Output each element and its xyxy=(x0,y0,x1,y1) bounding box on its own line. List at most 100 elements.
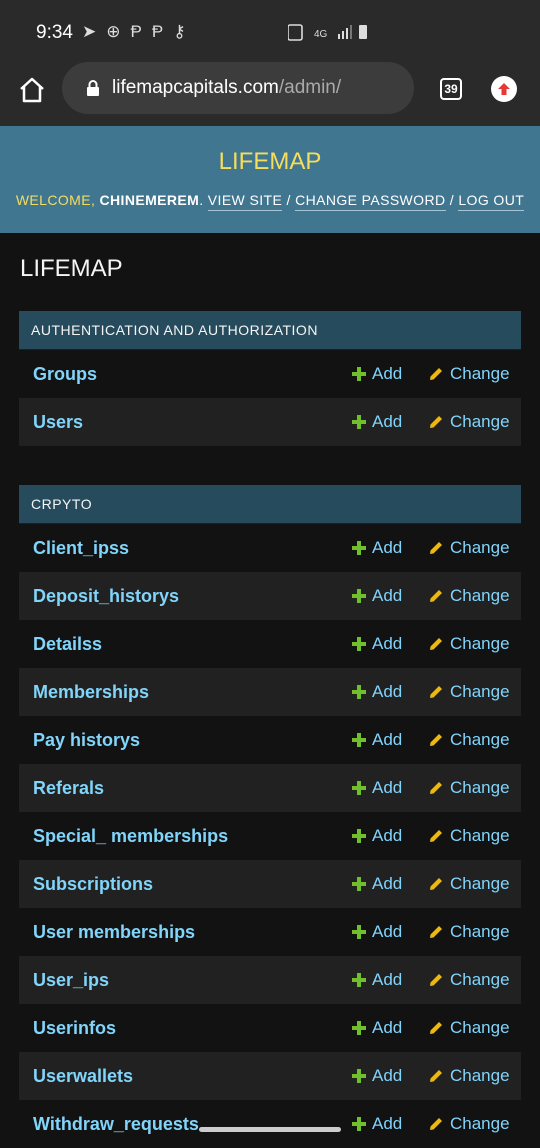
add-label: Add xyxy=(372,1114,403,1133)
change-label: Change xyxy=(450,778,510,797)
change-link[interactable]: Change xyxy=(429,874,510,894)
add-link[interactable]: Add xyxy=(352,538,402,558)
change-label: Change xyxy=(450,1066,510,1085)
model-link[interactable]: Subscriptions xyxy=(33,874,153,895)
add-link[interactable]: Add xyxy=(352,970,402,990)
model-link[interactable]: Users xyxy=(33,412,83,433)
change-link[interactable]: Change xyxy=(429,1114,510,1134)
model-link[interactable]: Userwallets xyxy=(33,1066,133,1087)
model-link[interactable]: Detailss xyxy=(33,634,102,655)
add-link[interactable]: Add xyxy=(352,826,402,846)
add-label: Add xyxy=(372,412,403,431)
change-label: Change xyxy=(450,412,510,431)
pencil-icon xyxy=(430,590,442,602)
add-link[interactable]: Add xyxy=(352,1066,402,1086)
model-link[interactable]: Groups xyxy=(33,364,97,385)
view-site-link[interactable]: VIEW SITE xyxy=(207,192,283,211)
address-bar[interactable]: lifemapcapitals.com/admin/ xyxy=(62,62,414,114)
add-link[interactable]: Add xyxy=(352,1114,402,1134)
change-link[interactable]: Change xyxy=(429,682,510,702)
status-bar: 9:34 ➤ ⊕ Ᵽ Ᵽ ⚷ 4G xyxy=(0,0,540,62)
model-link[interactable]: Deposit_historys xyxy=(33,586,179,607)
key-icon: ⚷ xyxy=(173,22,186,41)
add-link[interactable]: Add xyxy=(352,778,402,798)
pencil-icon xyxy=(430,734,442,746)
pencil-icon xyxy=(430,830,442,842)
model-row: Referals Add Change xyxy=(19,764,521,812)
add-label: Add xyxy=(372,730,403,749)
change-link[interactable]: Change xyxy=(429,1066,510,1086)
plus-icon xyxy=(352,541,366,555)
change-link[interactable]: Change xyxy=(429,778,510,798)
model-row: Detailss Add Change xyxy=(19,620,521,668)
model-link[interactable]: Memberships xyxy=(33,682,149,703)
add-link[interactable]: Add xyxy=(352,1018,402,1038)
change-password-link[interactable]: CHANGE PASSWORD xyxy=(295,192,446,211)
add-link[interactable]: Add xyxy=(352,682,402,702)
signal-icon xyxy=(338,34,340,39)
model-link[interactable]: Userinfos xyxy=(33,1018,116,1039)
change-link[interactable]: Change xyxy=(429,970,510,990)
add-link[interactable]: Add xyxy=(352,634,402,654)
add-label: Add xyxy=(372,586,403,605)
add-link[interactable]: Add xyxy=(352,730,402,750)
site-branding[interactable]: LIFEMAP xyxy=(0,148,540,176)
pencil-icon xyxy=(430,1070,442,1082)
add-link[interactable]: Add xyxy=(352,874,402,894)
change-link[interactable]: Change xyxy=(429,634,510,654)
add-label: Add xyxy=(372,538,403,557)
model-link[interactable]: User_ips xyxy=(33,970,109,991)
add-link[interactable]: Add xyxy=(352,922,402,942)
update-icon[interactable] xyxy=(491,76,517,102)
plus-icon xyxy=(352,1021,366,1035)
model-link[interactable]: Special_ memberships xyxy=(33,826,228,847)
battery-icon xyxy=(359,25,367,39)
app-p2-icon: Ᵽ xyxy=(151,22,164,41)
model-link[interactable]: Client_ipss xyxy=(33,538,129,559)
model-row: Users Add Change xyxy=(19,398,521,446)
add-link[interactable]: Add xyxy=(352,586,402,606)
lock-icon xyxy=(87,80,99,96)
welcome-text: WELCOME, xyxy=(15,192,100,208)
add-label: Add xyxy=(372,826,403,845)
add-link[interactable]: Add xyxy=(352,364,402,384)
model-link[interactable]: Pay historys xyxy=(33,730,140,751)
status-time: 9:34 xyxy=(36,22,73,43)
username: CHINEMEREM xyxy=(99,192,200,208)
model-link[interactable]: Withdraw_requests xyxy=(33,1114,199,1135)
change-label: Change xyxy=(450,1114,510,1133)
pencil-icon xyxy=(430,542,442,554)
plus-icon xyxy=(352,1069,366,1083)
pencil-icon xyxy=(430,1118,442,1130)
add-label: Add xyxy=(372,364,403,383)
change-link[interactable]: Change xyxy=(429,586,510,606)
4g-icon: 4G xyxy=(314,29,328,40)
change-link[interactable]: Change xyxy=(429,1018,510,1038)
tabs-button[interactable]: 39 xyxy=(440,78,462,100)
log-out-link[interactable]: LOG OUT xyxy=(458,192,525,211)
change-label: Change xyxy=(450,586,510,605)
change-link[interactable]: Change xyxy=(429,364,510,384)
gesture-nav-handle[interactable] xyxy=(199,1127,341,1132)
add-label: Add xyxy=(372,1018,403,1037)
add-link[interactable]: Add xyxy=(352,412,402,432)
change-link[interactable]: Change xyxy=(429,412,510,432)
add-label: Add xyxy=(372,874,403,893)
model-link[interactable]: User memberships xyxy=(33,922,195,943)
url-path: /admin/ xyxy=(278,77,342,98)
change-link[interactable]: Change xyxy=(429,538,510,558)
home-icon[interactable] xyxy=(18,76,46,104)
model-row: Userwallets Add Change xyxy=(19,1052,521,1100)
model-link[interactable]: Referals xyxy=(33,778,104,799)
model-row: User_ips Add Change xyxy=(19,956,521,1004)
change-label: Change xyxy=(450,970,510,989)
model-row: Groups Add Change xyxy=(19,350,521,398)
plus-icon xyxy=(352,589,366,603)
change-link[interactable]: Change xyxy=(429,826,510,846)
pencil-icon xyxy=(430,368,442,380)
plus-icon xyxy=(352,367,366,381)
module-caption[interactable]: AUTHENTICATION AND AUTHORIZATION xyxy=(19,311,521,350)
change-link[interactable]: Change xyxy=(429,730,510,750)
change-link[interactable]: Change xyxy=(429,922,510,942)
module-caption[interactable]: CRPYTO xyxy=(19,485,521,524)
